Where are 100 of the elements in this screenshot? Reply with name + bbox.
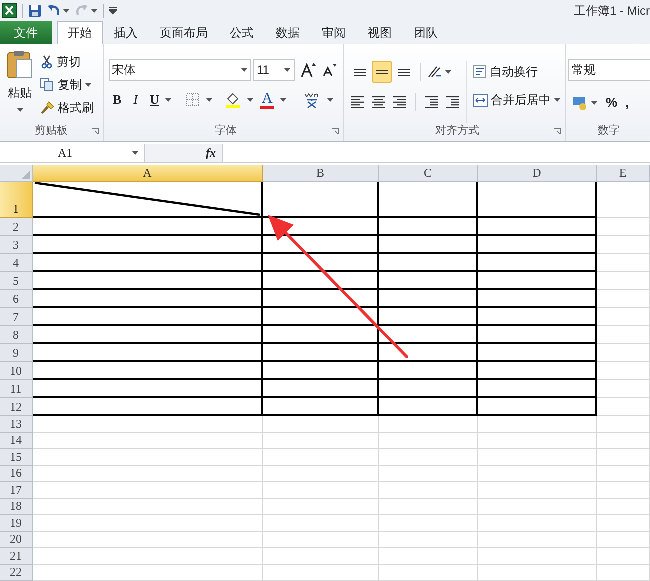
row-header[interactable]: 6 [0,290,33,308]
table-cell[interactable] [33,272,263,290]
font-color-button[interactable]: A [262,92,273,106]
column-header[interactable]: C [379,165,478,182]
border-icon[interactable] [186,93,200,108]
table-cell[interactable] [379,236,478,254]
table-cell[interactable] [263,308,379,326]
row-header[interactable]: 3 [0,236,33,254]
clipboard-button[interactable]: 剪切 [40,52,94,72]
table-cell[interactable] [379,272,478,290]
insert-function-button[interactable]: fx [206,144,216,162]
ribbon-tab[interactable]: 公式 [219,21,265,44]
grow-font-icon[interactable] [301,62,317,78]
table-cell[interactable] [478,182,597,218]
dialog-launcher-icon[interactable] [92,128,99,136]
underline-button[interactable]: U [150,90,160,110]
number-format-field[interactable]: 常规 [568,59,650,82]
increase-indent-icon[interactable] [445,96,460,109]
dialog-launcher-icon[interactable] [332,128,339,136]
row-header[interactable]: 11 [0,380,33,398]
dialog-launcher-icon[interactable] [554,128,561,136]
customize-toolbar-icon[interactable] [109,6,117,15]
table-cell[interactable] [478,236,597,254]
row-header[interactable]: 10 [0,362,33,380]
table-cell[interactable] [263,290,379,308]
ribbon-tab[interactable]: 插入 [103,21,149,44]
table-cell[interactable] [263,380,379,398]
table-cell[interactable] [379,380,478,398]
table-cell[interactable] [478,254,597,272]
row-header[interactable]: 2 [0,218,33,236]
table-cell[interactable] [478,326,597,344]
table-cell[interactable] [478,218,597,236]
align-center-icon[interactable] [371,96,386,109]
row-header[interactable]: 16 [0,466,33,482]
table-cell[interactable] [379,254,478,272]
table-cell[interactable] [33,344,263,362]
table-cell[interactable] [263,236,379,254]
table-cell[interactable] [33,218,263,236]
ribbon-tab[interactable]: 视图 [357,21,403,44]
table-cell[interactable] [33,308,263,326]
align-left-icon[interactable] [350,96,365,109]
align-right-icon[interactable] [392,96,407,109]
row-header[interactable]: 12 [0,398,33,416]
bold-button[interactable]: B [113,90,122,110]
table-cell[interactable] [478,362,597,380]
fill-color-icon[interactable] [225,92,242,108]
table-cell[interactable] [263,344,379,362]
table-cell[interactable] [478,272,597,290]
table-cell[interactable] [379,308,478,326]
clipboard-button[interactable]: 格式刷 [40,98,94,118]
row-header[interactable]: 8 [0,326,33,344]
shrink-font-icon[interactable] [323,63,337,78]
table-cell[interactable] [33,362,263,380]
number-style-button[interactable]: , [626,93,630,113]
clipboard-button[interactable]: 复制 [40,75,94,96]
table-cell[interactable] [33,236,263,254]
table-cell[interactable] [478,290,597,308]
ribbon-tab[interactable]: 数据 [265,21,311,44]
table-cell[interactable] [379,398,478,416]
ribbon-tab[interactable]: 文件 [0,21,52,44]
ribbon-tab[interactable]: 团队 [403,21,449,44]
table-cell[interactable] [478,344,597,362]
table-cell[interactable] [478,380,597,398]
row-header[interactable]: 22 [0,564,33,581]
currency-icon[interactable] [572,96,588,111]
row-header[interactable]: 21 [0,548,33,564]
row-header[interactable]: 7 [0,308,33,326]
table-cell[interactable] [33,326,263,344]
row-header[interactable]: 4 [0,254,33,272]
table-cell[interactable] [478,398,597,416]
row-header[interactable]: 5 [0,272,33,290]
table-cell[interactable] [379,344,478,362]
font-name-field[interactable]: 宋体 [109,59,251,82]
table-cell[interactable] [33,290,263,308]
column-header[interactable]: A [33,165,263,182]
column-header[interactable]: E [597,165,650,182]
table-cell[interactable] [379,326,478,344]
column-header[interactable]: D [478,165,597,182]
column-header[interactable]: B [263,165,379,182]
row-header[interactable]: 17 [0,482,33,498]
row-header[interactable]: 1 [0,182,33,218]
row-header[interactable]: 15 [0,449,33,466]
number-style-button[interactable]: % [606,93,618,113]
table-cell[interactable] [263,254,379,272]
table-cell[interactable] [379,182,478,218]
orientation-icon[interactable] [427,65,443,80]
table-cell[interactable] [379,362,478,380]
row-header[interactable]: 9 [0,344,33,362]
table-cell[interactable] [263,326,379,344]
row-header[interactable]: 19 [0,515,33,532]
table-cell[interactable] [263,362,379,380]
table-cell[interactable] [263,272,379,290]
table-cell[interactable] [478,308,597,326]
font-size-field[interactable]: 11 [253,59,295,82]
phonetic-guide-icon[interactable] [303,91,322,110]
row-header[interactable]: 20 [0,532,33,548]
ribbon-tab[interactable]: 开始 [57,21,103,44]
italic-button[interactable]: I [134,90,138,110]
wrap-text-button[interactable]: 自动换行 [473,62,561,82]
table-cell[interactable] [263,398,379,416]
